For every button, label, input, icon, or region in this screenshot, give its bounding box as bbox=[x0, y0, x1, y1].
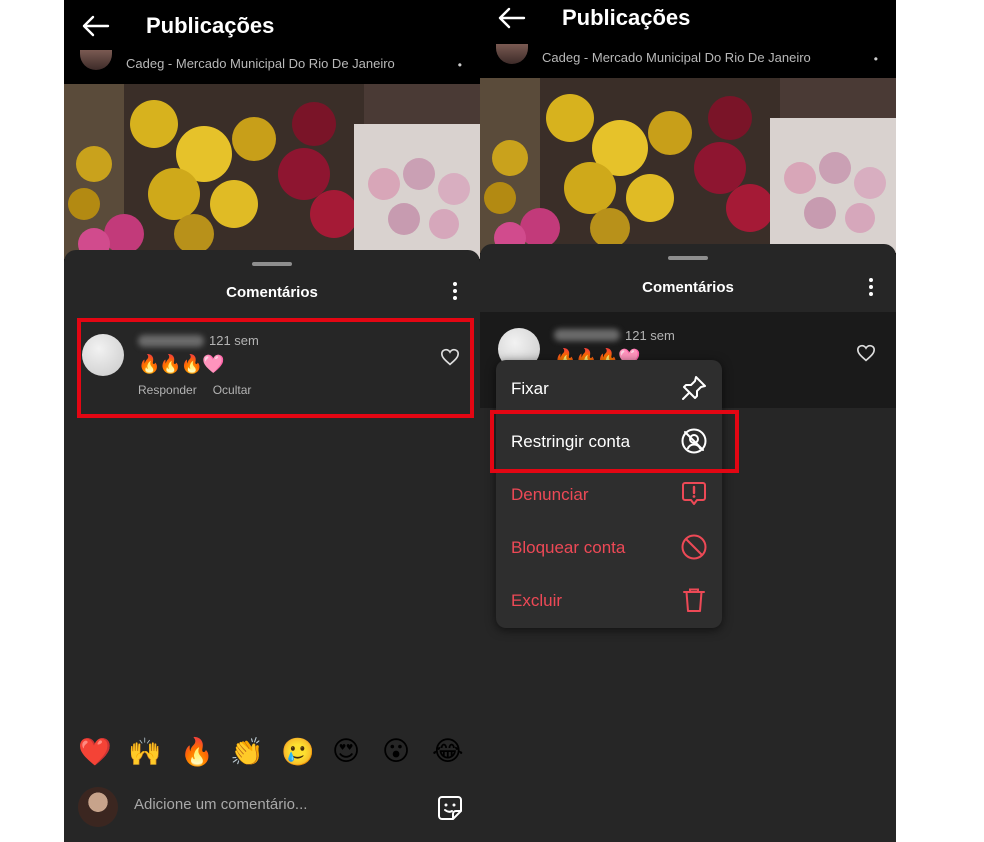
menu-item-block[interactable]: Bloquear conta bbox=[496, 521, 722, 574]
comment-input[interactable]: Adicione um comentário... bbox=[134, 796, 307, 813]
like-heart-icon[interactable] bbox=[856, 344, 876, 362]
more-options-icon[interactable] bbox=[866, 276, 876, 298]
menu-item-label: Excluir bbox=[511, 591, 563, 610]
post-header: Cadeg - Mercado Municipal Do Rio De Jane… bbox=[480, 44, 896, 76]
reaction-raised-hands[interactable]: 🙌 bbox=[128, 736, 162, 768]
menu-item-label: Denunciar bbox=[511, 485, 589, 504]
menu-item-report[interactable]: Denunciar bbox=[496, 468, 722, 521]
post-header: Cadeg - Mercado Municipal Do Rio De Jane… bbox=[64, 50, 480, 82]
sticker-icon[interactable] bbox=[436, 794, 464, 822]
post-photo bbox=[64, 84, 480, 259]
reaction-clap[interactable]: 👏 bbox=[230, 736, 264, 768]
commenter-username-blurred[interactable] bbox=[554, 329, 620, 341]
block-icon bbox=[681, 534, 707, 560]
reaction-heart[interactable]: ❤️ bbox=[78, 736, 112, 768]
page-title: Publicações bbox=[562, 5, 691, 30]
menu-item-pin[interactable]: Fixar bbox=[496, 362, 722, 415]
top-bar: Publicações bbox=[480, 0, 896, 44]
menu-item-delete[interactable]: Excluir bbox=[496, 574, 722, 627]
quick-reactions-bar: ❤️ 🙌 🔥 👏 🥲 😍 😮 😂 bbox=[64, 728, 480, 782]
drag-handle[interactable] bbox=[252, 262, 292, 266]
menu-item-label: Fixar bbox=[511, 379, 549, 398]
back-arrow-icon[interactable] bbox=[496, 6, 526, 30]
post-location[interactable]: Cadeg - Mercado Municipal Do Rio De Jane… bbox=[126, 56, 395, 71]
back-arrow-icon[interactable] bbox=[80, 14, 110, 38]
right-phone-screen: Publicações Cadeg - Mercado Municipal Do… bbox=[480, 0, 896, 842]
reaction-laughing[interactable]: 😂 bbox=[432, 736, 464, 767]
post-location[interactable]: Cadeg - Mercado Municipal Do Rio De Jane… bbox=[542, 50, 811, 65]
reaction-fire[interactable]: 🔥 bbox=[180, 736, 214, 768]
post-photo bbox=[480, 78, 896, 253]
comment-time: 121 sem bbox=[625, 328, 675, 343]
post-more-dot[interactable]: • bbox=[458, 58, 462, 72]
post-more-dot[interactable]: • bbox=[874, 52, 878, 66]
drag-handle[interactable] bbox=[668, 256, 708, 260]
post-author-avatar[interactable] bbox=[496, 44, 528, 64]
trash-icon bbox=[683, 588, 705, 612]
reaction-tear-smile[interactable]: 🥲 bbox=[281, 736, 315, 768]
post-author-avatar[interactable] bbox=[80, 50, 112, 70]
comments-title: Comentários bbox=[226, 284, 318, 301]
menu-item-label: Bloquear conta bbox=[511, 538, 626, 557]
page-title: Publicações bbox=[146, 13, 275, 38]
highlight-box-restrict bbox=[490, 410, 739, 473]
pin-icon bbox=[682, 376, 706, 400]
comments-title: Comentários bbox=[642, 279, 734, 296]
comment-composer: Adicione um comentário... bbox=[64, 782, 480, 842]
left-phone-screen: Publicações Cadeg - Mercado Municipal Do… bbox=[64, 0, 480, 842]
current-user-avatar bbox=[78, 787, 118, 827]
more-options-icon[interactable] bbox=[450, 280, 460, 302]
report-icon bbox=[682, 482, 706, 505]
comment-context-menu: Fixar Restringir conta Denunciar Bloquea… bbox=[496, 360, 722, 628]
reaction-heart-eyes[interactable]: 😍 bbox=[332, 736, 360, 767]
top-bar: Publicações bbox=[64, 0, 480, 52]
reaction-surprised[interactable]: 😮 bbox=[382, 736, 410, 767]
highlight-box-comment bbox=[77, 318, 474, 418]
